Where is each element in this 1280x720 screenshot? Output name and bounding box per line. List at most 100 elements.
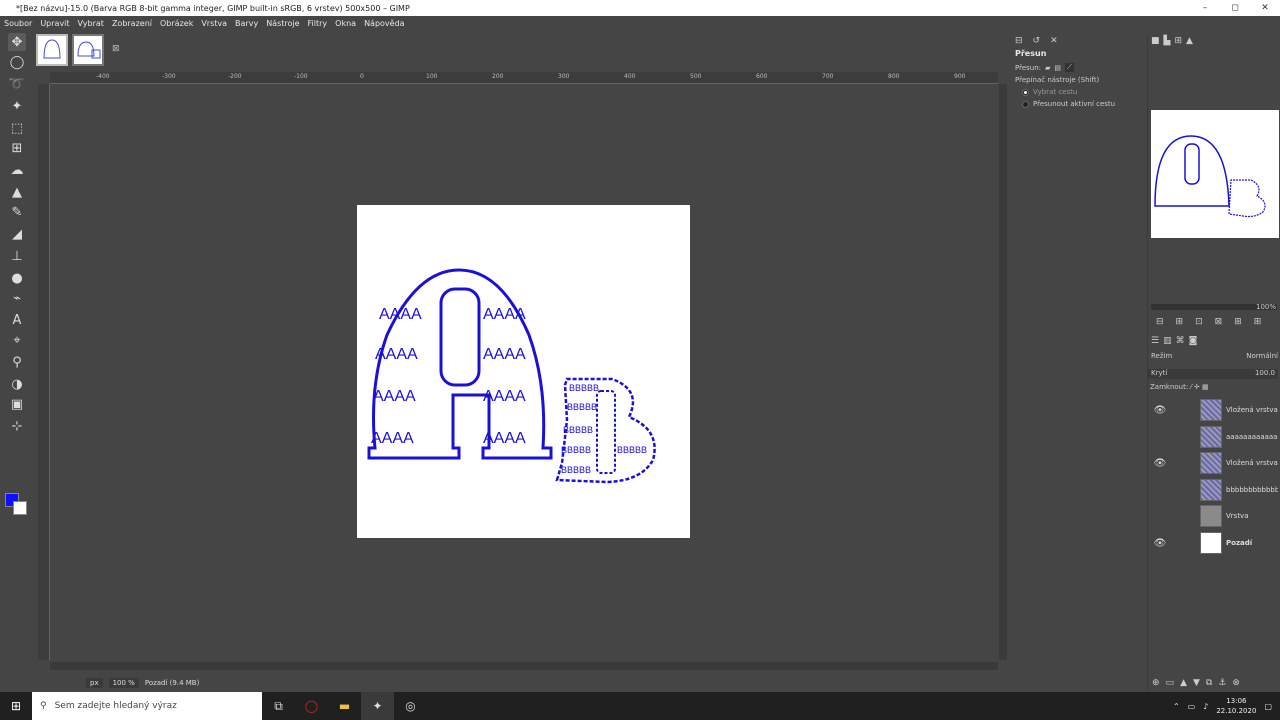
layer-row[interactable]: 👁 Vložená vrstva #1 bbox=[1148, 450, 1280, 476]
option-pick-radio[interactable] bbox=[1022, 88, 1029, 96]
visibility-eye-icon[interactable]: 👁 bbox=[1150, 538, 1170, 549]
menu-zobrazeni[interactable]: Zobrazení bbox=[112, 19, 152, 28]
layers-tab-icon[interactable]: ☰ bbox=[1151, 336, 1159, 346]
menu-soubor[interactable]: Soubor bbox=[4, 19, 32, 28]
duplicate-layer-icon[interactable]: ⧉ bbox=[1206, 678, 1212, 688]
layer-row[interactable]: aaaaaaaaaaaaa bbox=[1148, 424, 1280, 450]
layer-name[interactable]: Vložená vrstva #1 bbox=[1226, 459, 1278, 467]
blur-icon[interactable]: ● bbox=[8, 269, 26, 287]
warp-icon[interactable]: ☁ bbox=[8, 161, 26, 179]
delete-layer-icon[interactable]: ⊗ bbox=[1232, 678, 1240, 688]
layer-row[interactable]: Vrstva bbox=[1148, 503, 1280, 529]
color-swatches[interactable] bbox=[5, 493, 33, 519]
option-pick-row[interactable]: Vybrat cestu bbox=[1012, 86, 1146, 98]
volume-icon[interactable]: ♪ bbox=[1203, 702, 1208, 711]
opera-icon[interactable]: ◯ bbox=[295, 692, 328, 720]
menu-upravit[interactable]: Upravit bbox=[40, 19, 69, 28]
option-move-radio[interactable] bbox=[1022, 100, 1029, 108]
undo-history-tab-icon[interactable]: ↺ bbox=[1033, 36, 1041, 46]
opacity-value[interactable]: 100.0 bbox=[1255, 369, 1275, 379]
layer-name[interactable]: aaaaaaaaaaaaa bbox=[1226, 433, 1278, 441]
zoom-select[interactable]: 100 % bbox=[108, 678, 139, 688]
taskbar-search[interactable]: ⚲ Sem zadejte hledaný výraz bbox=[32, 692, 262, 720]
navigator-preview[interactable] bbox=[1151, 110, 1279, 238]
menu-okna[interactable]: Okna bbox=[335, 19, 356, 28]
maximize-button[interactable]: ◻ bbox=[1220, 3, 1250, 13]
zoom-1-icon[interactable]: ⊡ bbox=[1195, 317, 1203, 327]
visibility-eye-icon[interactable]: 👁 bbox=[1150, 405, 1170, 416]
image-tab-2[interactable] bbox=[72, 34, 104, 66]
layer-row[interactable]: 👁 Vložená vrstva bbox=[1148, 397, 1280, 423]
anchor-layer-icon[interactable]: ⚓ bbox=[1218, 678, 1226, 688]
zoom-out-icon[interactable]: ⊟ bbox=[1156, 317, 1164, 327]
panel-separator[interactable] bbox=[1009, 34, 1013, 690]
new-layer-icon[interactable]: ⊕ bbox=[1152, 678, 1160, 688]
zoom-fit-icon[interactable]: ⊠ bbox=[1215, 317, 1223, 327]
menu-nastroje[interactable]: Nástroje bbox=[266, 19, 299, 28]
navigation-tab-icon[interactable]: ⊞ bbox=[1174, 36, 1182, 46]
network-icon[interactable]: ▭ bbox=[1188, 702, 1196, 711]
image-canvas[interactable]: AAAA AAAA AAAA AAAA AAAA AAAA AAAA AAAA … bbox=[357, 205, 690, 538]
menu-barvy[interactable]: Barvy bbox=[235, 19, 258, 28]
file-explorer-icon[interactable]: ▬ bbox=[328, 692, 361, 720]
mode-select[interactable]: Normální bbox=[1246, 352, 1278, 360]
visibility-eye-icon[interactable]: 👁 bbox=[1150, 458, 1170, 469]
layer-name[interactable]: Vložená vrstva bbox=[1226, 406, 1278, 414]
raise-layer-icon[interactable]: ▲ bbox=[1180, 678, 1187, 688]
fuzzy-select-icon[interactable]: ✦ bbox=[8, 97, 26, 115]
minimize-button[interactable]: – bbox=[1190, 3, 1220, 13]
layer-name[interactable]: Pozadí bbox=[1226, 539, 1278, 547]
clone-icon[interactable]: ⊥ bbox=[8, 247, 26, 265]
opacity-slider[interactable]: Krytí 100.0 bbox=[1148, 369, 1278, 379]
move-selection-icon[interactable]: ▤ bbox=[1054, 64, 1061, 72]
chevron-up-icon[interactable]: ⌃ bbox=[1173, 702, 1180, 711]
ellipse-select-icon[interactable]: ◯ bbox=[8, 53, 26, 71]
layer-name[interactable]: Vrstva bbox=[1226, 512, 1278, 520]
text-tool-icon[interactable]: A bbox=[8, 311, 26, 329]
notifications-icon[interactable]: ▢ bbox=[1264, 702, 1272, 711]
lasso-icon[interactable]: ➰ bbox=[8, 75, 26, 93]
measure-icon[interactable]: ⊹ bbox=[8, 417, 26, 435]
histogram-tab-icon[interactable]: ▙ bbox=[1164, 36, 1171, 46]
layer-name[interactable]: bbbbbbbbbbbbbbb bbox=[1226, 486, 1278, 494]
layer-row[interactable]: 👁 Pozadí bbox=[1148, 530, 1280, 556]
background-color[interactable] bbox=[13, 501, 27, 515]
path-icon[interactable]: ⌁ bbox=[8, 289, 26, 307]
move-layer-icon[interactable]: ▰ bbox=[1045, 64, 1050, 72]
move-tool-icon[interactable]: ✥ bbox=[8, 33, 26, 51]
menu-filtry[interactable]: Filtry bbox=[308, 19, 328, 28]
gimp-icon[interactable]: ✦ bbox=[361, 692, 394, 720]
lock-alpha-icon[interactable]: ▦ bbox=[1202, 383, 1209, 391]
canvas-area[interactable]: AAAA AAAA AAAA AAAA AAAA AAAA AAAA AAAA … bbox=[50, 84, 998, 660]
menu-obrazek[interactable]: Obrázek bbox=[160, 19, 193, 28]
paintbrush-icon[interactable]: ✎ bbox=[8, 203, 26, 221]
colors-tab-icon[interactable]: ■ bbox=[1151, 36, 1160, 46]
shrink-wrap-icon[interactable]: ⊞ bbox=[1234, 317, 1242, 327]
menu-vybrat[interactable]: Vybrat bbox=[78, 19, 104, 28]
tool-options-tab-icon[interactable]: ⊟ bbox=[1015, 36, 1023, 46]
option-move-row[interactable]: Přesunout aktivní cestu bbox=[1012, 98, 1146, 110]
horizontal-scrollbar[interactable] bbox=[50, 662, 998, 670]
paths-tab-icon[interactable]: ⌘ bbox=[1176, 336, 1185, 346]
channels-tab-icon[interactable]: ▥ bbox=[1163, 336, 1172, 346]
move-path-icon[interactable]: ⟋ bbox=[1065, 63, 1074, 72]
vertical-scrollbar[interactable] bbox=[999, 84, 1007, 660]
pointer-tab-icon[interactable]: ▲ bbox=[1186, 36, 1193, 46]
zoom-in-icon[interactable]: ⊞ bbox=[1176, 317, 1184, 327]
image-icon[interactable]: ▣ bbox=[8, 395, 26, 413]
crop-icon[interactable]: ⬚ bbox=[8, 119, 26, 137]
brushes-tab-icon[interactable]: ✕ bbox=[1050, 36, 1058, 46]
bucket-fill-icon[interactable]: ▲ bbox=[8, 183, 26, 201]
clock[interactable]: 13:06 22.10.2020 bbox=[1216, 696, 1256, 716]
unit-select[interactable]: px bbox=[86, 678, 103, 688]
color-picker-icon[interactable]: ⌖ bbox=[8, 331, 26, 349]
menu-vrstva[interactable]: Vrstva bbox=[201, 19, 227, 28]
history-tab-icon[interactable]: ◙ bbox=[1189, 336, 1198, 346]
fullscreen-icon[interactable]: ⊞ bbox=[1254, 317, 1262, 327]
dodge-icon[interactable]: ◑ bbox=[8, 375, 26, 393]
new-group-icon[interactable]: ▭ bbox=[1166, 678, 1175, 688]
lower-layer-icon[interactable]: ▼ bbox=[1193, 678, 1200, 688]
menu-napoveda[interactable]: Nápověda bbox=[364, 19, 405, 28]
app-icon[interactable]: ◎ bbox=[394, 692, 427, 720]
eraser-icon[interactable]: ◢ bbox=[8, 225, 26, 243]
